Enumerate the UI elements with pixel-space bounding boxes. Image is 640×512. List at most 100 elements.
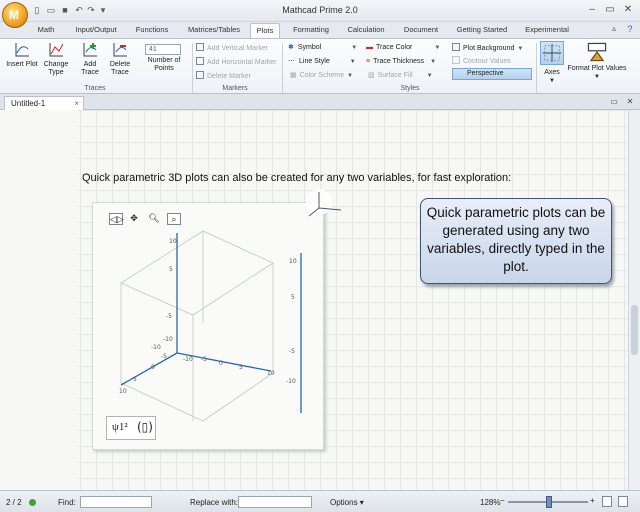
replace-input[interactable] <box>238 496 312 508</box>
status-bar: 2 / 2 Find: Replace with: Options ▾ 128%… <box>0 490 640 512</box>
x2-tick-label: -5 <box>201 356 207 363</box>
delete-trace-label: Delete Trace <box>109 61 131 76</box>
color-scheme-dropdown[interactable]: ▦ Color Scheme ▼ <box>290 71 353 81</box>
app-window: ▯ ▭ ■ ↶ ↷ ▾ Mathcad Prime 2.0 – ▭ ✕ M Ma… <box>0 0 640 512</box>
tab-calculation[interactable]: Calculation <box>344 23 388 38</box>
draft-view-icon[interactable] <box>618 496 628 507</box>
number-of-points-input[interactable]: 41 <box>145 44 181 55</box>
document-tab[interactable]: Untitled-1 × <box>4 96 84 110</box>
plot-3d-canvas: 10 5 -5 -10 10 5 -5 -10 10 5 0 -5 -10 10… <box>119 230 302 422</box>
format-plot-values-icon <box>587 42 607 62</box>
contour-values-icon <box>452 56 460 64</box>
zoom-in-icon[interactable]: + <box>590 496 595 505</box>
tab-input-output[interactable]: Input/Output <box>70 23 122 38</box>
add-trace-button[interactable]: Add Trace <box>76 41 104 77</box>
group-separator <box>536 43 537 93</box>
tab-math[interactable]: Math <box>30 23 62 38</box>
z-tick-label: -10 <box>163 336 173 343</box>
worksheet-caption-text: Quick parametric 3D plots can also be cr… <box>82 172 512 184</box>
orientation-triad-icon[interactable] <box>305 188 345 228</box>
page-view-icon[interactable] <box>602 496 612 507</box>
minimize-button[interactable]: – <box>584 3 600 17</box>
minimize-ribbon-icon[interactable]: ▵ <box>606 22 622 36</box>
worksheet-margin <box>0 110 78 490</box>
contour-values-button[interactable]: Contour Values <box>452 56 511 67</box>
vertical-scrollbar-thumb[interactable] <box>631 305 638 355</box>
insert-plot-icon <box>15 43 29 57</box>
vertical-marker-icon <box>196 43 204 51</box>
change-type-label: Change Type <box>43 61 69 76</box>
tab-functions[interactable]: Functions <box>130 23 174 38</box>
maximize-button[interactable]: ▭ <box>602 3 618 17</box>
app-logo[interactable]: M <box>2 2 28 28</box>
title-bar: ▯ ▭ ■ ↶ ↷ ▾ Mathcad Prime 2.0 – ▭ ✕ <box>0 0 640 22</box>
options-dropdown[interactable]: Options ▾ <box>330 498 364 507</box>
line-style-dropdown[interactable]: ⋯ Line Style ▼ <box>288 57 356 67</box>
plot-background-dropdown[interactable]: Plot Background ▼ <box>452 43 523 54</box>
line-style-icon: ⋯ <box>288 58 295 65</box>
delete-trace-button[interactable]: Delete Trace <box>106 41 134 77</box>
x2-tick-label: -10 <box>183 356 193 363</box>
change-type-button[interactable]: Change Type <box>40 41 72 77</box>
zoom-level: 128% <box>480 498 501 507</box>
zoom-out-icon[interactable]: − <box>500 496 505 505</box>
tab-formatting[interactable]: Formatting <box>288 23 334 38</box>
worksheet[interactable]: Quick parametric 3D plots can also be cr… <box>0 110 628 490</box>
trace-thickness-icon: ≡ <box>366 58 371 65</box>
number-of-points-label: Number of Points <box>147 57 181 72</box>
page-indicator: 2 / 2 <box>6 498 22 507</box>
color-scheme-icon: ▦ <box>290 72 297 79</box>
format-plot-values-label: Format Plot Values <box>567 65 627 72</box>
change-plot-type-icon <box>49 43 64 57</box>
close-document-icon[interactable]: × <box>74 97 79 110</box>
x2-tick-label: 0 <box>219 360 223 367</box>
tab-getting-started[interactable]: Getting Started <box>452 23 512 38</box>
add-horizontal-marker-button[interactable]: Add Horizontal Marker <box>196 57 277 68</box>
vector-placeholder-icon[interactable]: (▯) <box>137 420 153 434</box>
axes-button[interactable] <box>540 41 564 65</box>
trace-thickness-dropdown[interactable]: ≡ Trace Thickness ▼ <box>366 57 436 67</box>
traces-group-label: Traces <box>84 85 106 92</box>
surface-fill-dropdown[interactable]: ▧ Surface Fill ▼ <box>368 71 433 81</box>
x-tick-label: -10 <box>151 344 161 351</box>
tab-experimental[interactable]: Experimental <box>522 23 572 38</box>
add-vertical-marker-button[interactable]: Add Vertical Marker <box>196 43 268 54</box>
y-tick-label: 5 <box>291 294 295 301</box>
x-tick-label: 5 <box>133 376 137 383</box>
tab-matrices-tables[interactable]: Matrices/Tables <box>184 23 244 38</box>
restore-document-icon[interactable]: ▭ <box>606 95 622 109</box>
z-tick-label: -5 <box>166 313 172 320</box>
delete-marker-button[interactable]: Delete Marker <box>196 71 251 82</box>
axes-label[interactable]: Axes ▼ <box>536 69 568 85</box>
insert-plot-label: Insert Plot <box>6 61 38 68</box>
close-document-window-icon[interactable]: ✕ <box>622 95 638 109</box>
insert-plot-button[interactable]: Insert Plot <box>6 41 38 69</box>
zoom-slider-thumb[interactable] <box>546 496 552 508</box>
horizontal-marker-icon <box>196 57 204 65</box>
y-tick-label: 10 <box>289 258 297 265</box>
trace-color-icon: ▬ <box>366 44 373 51</box>
ribbon-tabs: Math Input/Output Functions Matrices/Tab… <box>0 22 640 38</box>
surface-fill-icon: ▧ <box>368 72 375 79</box>
ribbon-plots: Insert Plot Change Type Add Trace Delete… <box>0 38 640 94</box>
delete-marker-icon <box>196 71 204 79</box>
x-tick-label: 0 <box>151 364 155 371</box>
vertical-scrollbar[interactable] <box>628 110 640 490</box>
x2-tick-label: 5 <box>239 364 243 371</box>
add-trace-icon <box>83 43 97 57</box>
perspective-toggle[interactable]: Perspective <box>452 68 532 80</box>
help-icon[interactable]: ? <box>622 22 638 36</box>
styles-group-label: Styles <box>400 85 420 92</box>
plot-3d-region[interactable]: ◁▷ ✥ 🔍︎ ⌕ 10 5 -5 -10 10 5 -5 -10 10 5 0… <box>92 202 324 450</box>
add-trace-label: Add Trace <box>81 61 99 76</box>
find-input[interactable] <box>80 496 152 508</box>
axes-icon <box>542 43 562 63</box>
close-button[interactable]: ✕ <box>620 3 636 17</box>
tab-plots[interactable]: Plots <box>250 23 280 38</box>
symbol-icon: ✱ <box>288 44 294 51</box>
tab-document[interactable]: Document <box>400 23 442 38</box>
trace-color-dropdown[interactable]: ▬ Trace Color ▼ <box>366 43 440 53</box>
format-plot-values-button[interactable]: Format Plot Values ▼ <box>566 41 628 81</box>
symbol-dropdown[interactable]: ✱ Symbol ▼ <box>288 43 357 53</box>
x-tick-label: -5 <box>161 353 167 360</box>
